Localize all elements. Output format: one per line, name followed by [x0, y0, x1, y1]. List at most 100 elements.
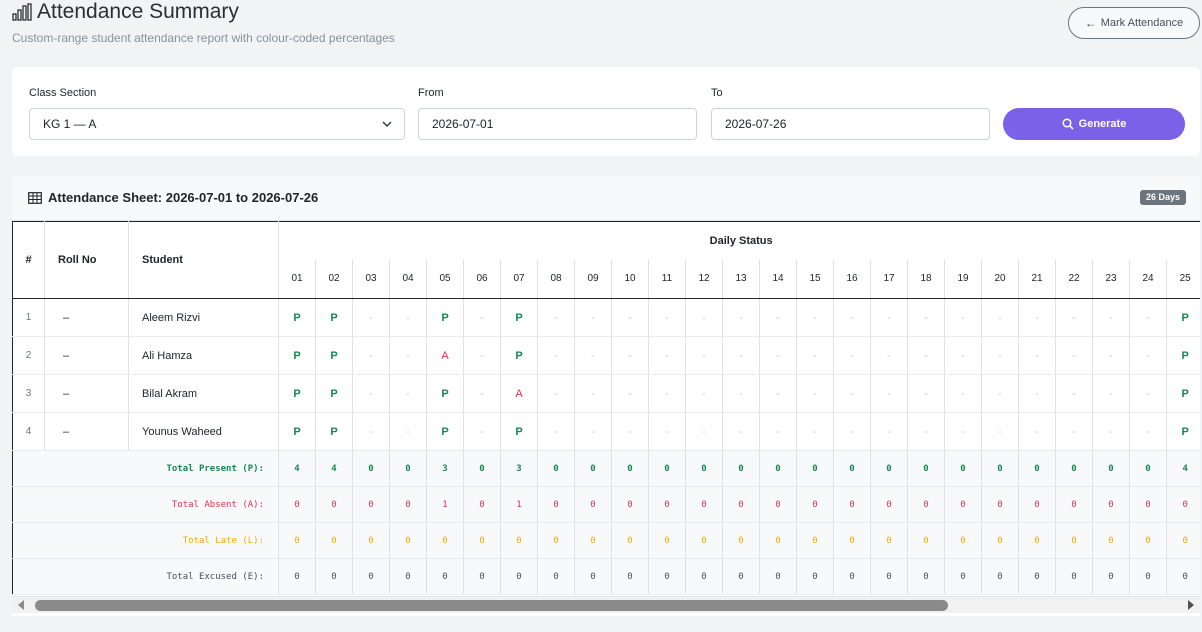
total-value: 0 [759, 450, 797, 487]
total-value: 0 [1129, 486, 1167, 523]
total-value: 0 [278, 558, 316, 595]
status-cell: P [315, 412, 353, 451]
status-cell: P [278, 412, 316, 451]
total-value: 4 [1166, 450, 1200, 487]
total-value: 0 [1166, 558, 1200, 595]
status-cell: - [1018, 336, 1056, 375]
total-value: 0 [759, 486, 797, 523]
status-cell: - [648, 336, 686, 375]
status-cell: - [833, 336, 871, 375]
total-value: 0 [722, 522, 760, 559]
status-cell: - [759, 412, 797, 451]
class-section-select[interactable]: KG 1 — A [29, 108, 405, 140]
col-header-roll: Roll No [44, 221, 129, 299]
total-value: 0 [944, 450, 982, 487]
scrollbar-thumb[interactable] [35, 600, 948, 611]
total-value: 0 [759, 558, 797, 595]
class-section-value: KG 1 — A [43, 117, 97, 131]
day-header-23: 23 [1092, 259, 1130, 299]
status-cell: - [1092, 374, 1130, 413]
status-cell: P [500, 412, 538, 451]
status-cell: P [315, 374, 353, 413]
table-icon [28, 191, 42, 204]
total-value: 0 [685, 486, 723, 523]
total-value: 0 [463, 486, 501, 523]
mark-attendance-button[interactable]: ← Mark Attendance [1068, 7, 1200, 39]
from-date-value: 2026-07-01 [432, 117, 494, 131]
day-header-07: 07 [500, 259, 538, 299]
status-cell: - [833, 298, 871, 337]
to-date-input[interactable]: 2026-07-26 [711, 108, 990, 140]
from-date-input[interactable]: 2026-07-01 [418, 108, 697, 140]
status-cell: - [870, 298, 908, 337]
total-value: 0 [463, 450, 501, 487]
status-cell: - [1092, 336, 1130, 375]
total-value: 0 [1018, 558, 1056, 595]
totals-label: Total Excused (E): [12, 558, 279, 595]
status-cell: P [278, 374, 316, 413]
to-date-group: To 2026-07-26 [711, 87, 990, 140]
totals-row-l: Total Late (L): 0 0 0 0 0 0 0 0 0 0 0 0 0 0 0 0 0 0 0 0 0 0 0 0 0 [12, 522, 1200, 559]
status-cell: - [722, 298, 760, 337]
total-value: 0 [685, 450, 723, 487]
status-cell: - [870, 336, 908, 375]
total-value: 0 [611, 450, 649, 487]
day-header-05: 05 [426, 259, 464, 299]
status-cell: - [574, 336, 612, 375]
status-cell: - [537, 374, 575, 413]
table-row: 2– Ali Hamza P P - - A - P - - - - - - - - - - - - - - - - - P [12, 336, 1200, 375]
status-cell: - [1055, 412, 1093, 451]
total-value: 0 [1166, 522, 1200, 559]
total-value: 0 [1092, 522, 1130, 559]
total-value: 0 [907, 450, 945, 487]
day-header-17: 17 [870, 259, 908, 299]
total-value: 0 [1055, 450, 1093, 487]
day-header-04: 04 [389, 259, 427, 299]
total-value: 0 [1166, 486, 1200, 523]
arrow-left-icon: ← [1084, 16, 1097, 30]
scroll-right-arrow-icon[interactable] [1188, 600, 1194, 610]
day-header-01: 01 [278, 259, 316, 299]
generate-button[interactable]: Generate [1003, 108, 1185, 140]
status-cell: P [426, 374, 464, 413]
status-cell: - [611, 336, 649, 375]
total-value: 4 [278, 450, 316, 487]
status-cell: - [759, 336, 797, 375]
totals-row-e: Total Excused (E): 0 0 0 0 0 0 0 0 0 0 0 0 0 0 0 0 0 0 0 0 0 0… [12, 558, 1200, 595]
status-cell: - [722, 374, 760, 413]
horizontal-scrollbar[interactable] [12, 596, 1200, 613]
status-cell: - [463, 374, 501, 413]
total-value: 0 [1092, 486, 1130, 523]
col-header-daily-status: Daily Status [278, 221, 1200, 260]
total-value: 0 [870, 558, 908, 595]
status-cell: - [574, 374, 612, 413]
total-value: 0 [685, 522, 723, 559]
total-value: 0 [833, 522, 871, 559]
total-value: 0 [463, 558, 501, 595]
total-value: 0 [463, 522, 501, 559]
total-value: 0 [352, 558, 390, 595]
status-cell: - [796, 298, 834, 337]
status-cell: - [389, 298, 427, 337]
total-value: 0 [537, 486, 575, 523]
row-index: 1 [12, 298, 45, 337]
day-header-08: 08 [537, 259, 575, 299]
col-header-index: # [12, 221, 45, 299]
total-value: 0 [870, 450, 908, 487]
total-value: 0 [352, 522, 390, 559]
attendance-table: # Roll No Student Daily Status 01 02 03 04 0… [12, 221, 1200, 595]
status-cell: - [352, 336, 390, 375]
status-cell: P [1166, 412, 1200, 451]
student-name: Ali Hamza [128, 336, 279, 375]
scroll-left-arrow-icon[interactable] [18, 600, 24, 610]
total-value: 0 [981, 558, 1019, 595]
status-cell: P [315, 298, 353, 337]
status-cell: - [611, 374, 649, 413]
status-cell: - [907, 412, 945, 451]
status-cell: - [611, 412, 649, 451]
status-cell: - [648, 412, 686, 451]
total-value: 0 [537, 450, 575, 487]
status-cell: - [389, 336, 427, 375]
status-cell: - [759, 374, 797, 413]
status-cell: - [1092, 412, 1130, 451]
